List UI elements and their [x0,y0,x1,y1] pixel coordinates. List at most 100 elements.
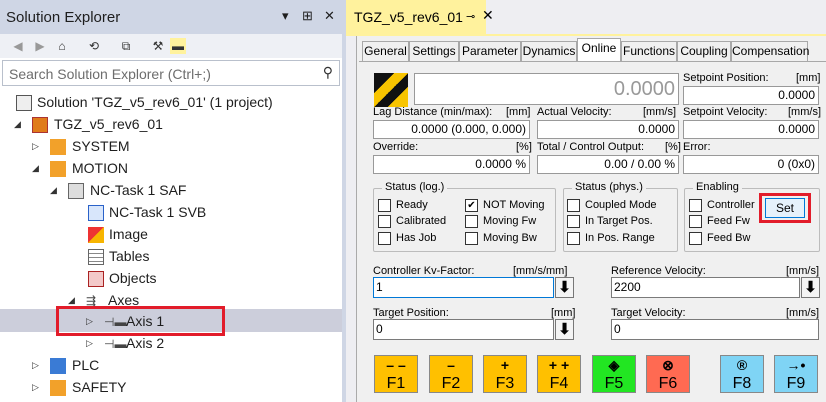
solution-explorer-title-bar: Solution Explorer ▾ ⊞ ✕ [0,0,342,34]
tab-general[interactable]: General [362,41,409,61]
override-label: Override: [373,141,419,153]
start-icon: ◈ [608,357,620,373]
f1-button[interactable]: – – F1 [374,355,418,393]
history-icon[interactable]: ⟲ [86,38,102,54]
f6-button[interactable]: ⊗ F6 [646,355,690,393]
collapse-all-icon[interactable]: ⧉ [118,38,134,54]
tree-item-label: Solution 'TGZ_v5_rev6_01' (1 project) [37,94,273,110]
actual-position-display: 0.0000 [414,73,679,105]
home-icon[interactable]: ⌂ [54,38,70,54]
checkbox-label: Feed Fw [707,215,750,227]
checkbox-box [567,232,580,245]
document-tab[interactable]: TGZ_v5_rev6_01 ⊸ ✕ [346,0,494,34]
expanded-arrow-icon[interactable]: ◢ [68,295,78,306]
f9-button[interactable]: →• F9 [774,355,818,393]
kv-factor-label: Controller Kv-Factor: [373,265,475,277]
collapsed-arrow-icon[interactable]: ▷ [32,360,42,371]
solution-explorer-panel: Solution Explorer ▾ ⊞ ✕ ◀ ▶ ⌂ ⟲ ⧉ ⚒ ▬ Se… [0,0,342,402]
f5-button[interactable]: ◈ F5 [592,355,636,393]
preview-icon[interactable]: ▬ [170,38,186,54]
tree-item-label: PLC [72,357,100,373]
collapsed-arrow-icon[interactable]: ▷ [86,338,96,349]
pin-icon[interactable]: ⊞ [302,8,313,24]
checkbox-label: Controller [707,199,755,211]
tab-settings[interactable]: Settings [409,41,459,61]
jog-fast-backward-icon: – – [386,357,406,373]
actual-velocity-label: Actual Velocity: [537,106,612,118]
close-icon[interactable]: ✕ [324,8,335,24]
f8-label: F8 [732,375,752,392]
image-icon [88,227,104,243]
close-icon[interactable]: ✕ [482,7,494,24]
expanded-arrow-icon[interactable]: ◢ [14,119,24,130]
target-velocity-label: Target Velocity: [611,307,686,319]
checkbox-label: Calibrated [396,215,447,227]
pin-icon[interactable]: ⊸ [466,10,475,23]
kv-factor-download-button[interactable]: ⬇ [555,277,574,298]
objects-icon [88,271,104,287]
tab-coupling[interactable]: Coupling [677,41,731,61]
set-button[interactable]: Set [765,198,805,218]
f4-label: F4 [549,375,569,392]
f9-label: F9 [786,375,806,392]
search-icon[interactable]: ⚲ [323,64,333,81]
collapsed-arrow-icon[interactable]: ▷ [32,382,42,393]
document-tab-title: TGZ_v5_rev6_01 [354,9,463,25]
reference-velocity-input[interactable]: 2200 [611,277,800,298]
expanded-arrow-icon[interactable]: ◢ [50,185,60,196]
f2-button[interactable]: – F2 [429,355,473,393]
setpoint-position-unit: [mm] [796,72,821,84]
tree-item-label: Objects [109,270,157,286]
stop-icon: ⊗ [662,357,674,373]
checkbox-box [465,215,478,228]
expanded-arrow-icon[interactable]: ◢ [32,163,42,174]
f1-label: F1 [386,375,406,392]
target-position-label: Target Position: [373,307,449,319]
error-value: 0 (0x0) [683,155,819,174]
checkbox-box [465,232,478,245]
tab-functions[interactable]: Functions [621,41,677,61]
tree-item-label: TGZ_v5_rev6_01 [54,116,163,132]
checkbox-label: Moving Fw [483,215,537,227]
axis-icon: ⊣▬ [104,337,127,351]
tab-compensation[interactable]: Compensation [731,41,809,61]
jog-forward-icon: + [500,357,510,373]
forward-icon[interactable]: ▶ [32,38,48,54]
lag-distance-value: 0.0000 (0.000, 0.000) [373,120,530,139]
checkbox-label: Ready [396,199,428,211]
dropdown-icon[interactable]: ▾ [282,8,289,24]
tab-dynamics[interactable]: Dynamics [521,41,577,61]
checkbox-label: NOT Moving [483,199,545,211]
setpoint-velocity-value: 0.0000 [683,120,819,139]
properties-icon[interactable]: ⚒ [150,38,166,54]
checkbox-label: Moving Bw [483,232,537,244]
f8-button[interactable]: ® F8 [720,355,764,393]
tree-item-label: SAFETY [72,379,127,395]
total-control-output-unit: [%] [665,141,681,153]
setpoint-velocity-label: Setpoint Velocity: [683,106,768,118]
f4-button[interactable]: + + F4 [537,355,581,393]
f3-label: F3 [495,375,515,392]
target-position-input[interactable]: 0 [373,319,554,340]
tree-item-label: Image [109,226,148,242]
total-control-output-value: 0.00 / 0.00 % [537,155,679,174]
target-velocity-input[interactable]: 0 [611,319,819,340]
back-icon[interactable]: ◀ [10,38,26,54]
search-input[interactable]: Search Solution Explorer (Ctrl+;) [9,66,211,82]
reference-velocity-download-button[interactable]: ⬇ [801,277,820,298]
tab-online[interactable]: Online [577,38,621,62]
override-unit: [%] [516,141,532,153]
search-box[interactable]: Search Solution Explorer (Ctrl+;) ⚲ [2,60,340,86]
tab-parameter[interactable]: Parameter [459,41,521,61]
kv-factor-unit: [mm/s/mm] [513,265,568,277]
system-icon [50,139,66,155]
collapsed-arrow-icon[interactable]: ▷ [32,141,42,152]
kv-factor-input[interactable]: 1 [373,277,554,298]
f3-button[interactable]: + F3 [483,355,527,393]
tree-item-label: Tables [109,248,150,264]
motion-icon [50,161,66,177]
target-position-download-button[interactable]: ⬇ [555,319,574,340]
checkbox-label: In Target Pos. [585,215,653,227]
lag-distance-label: Lag Distance (min/max): [373,106,493,118]
checkbox-box [689,199,702,212]
